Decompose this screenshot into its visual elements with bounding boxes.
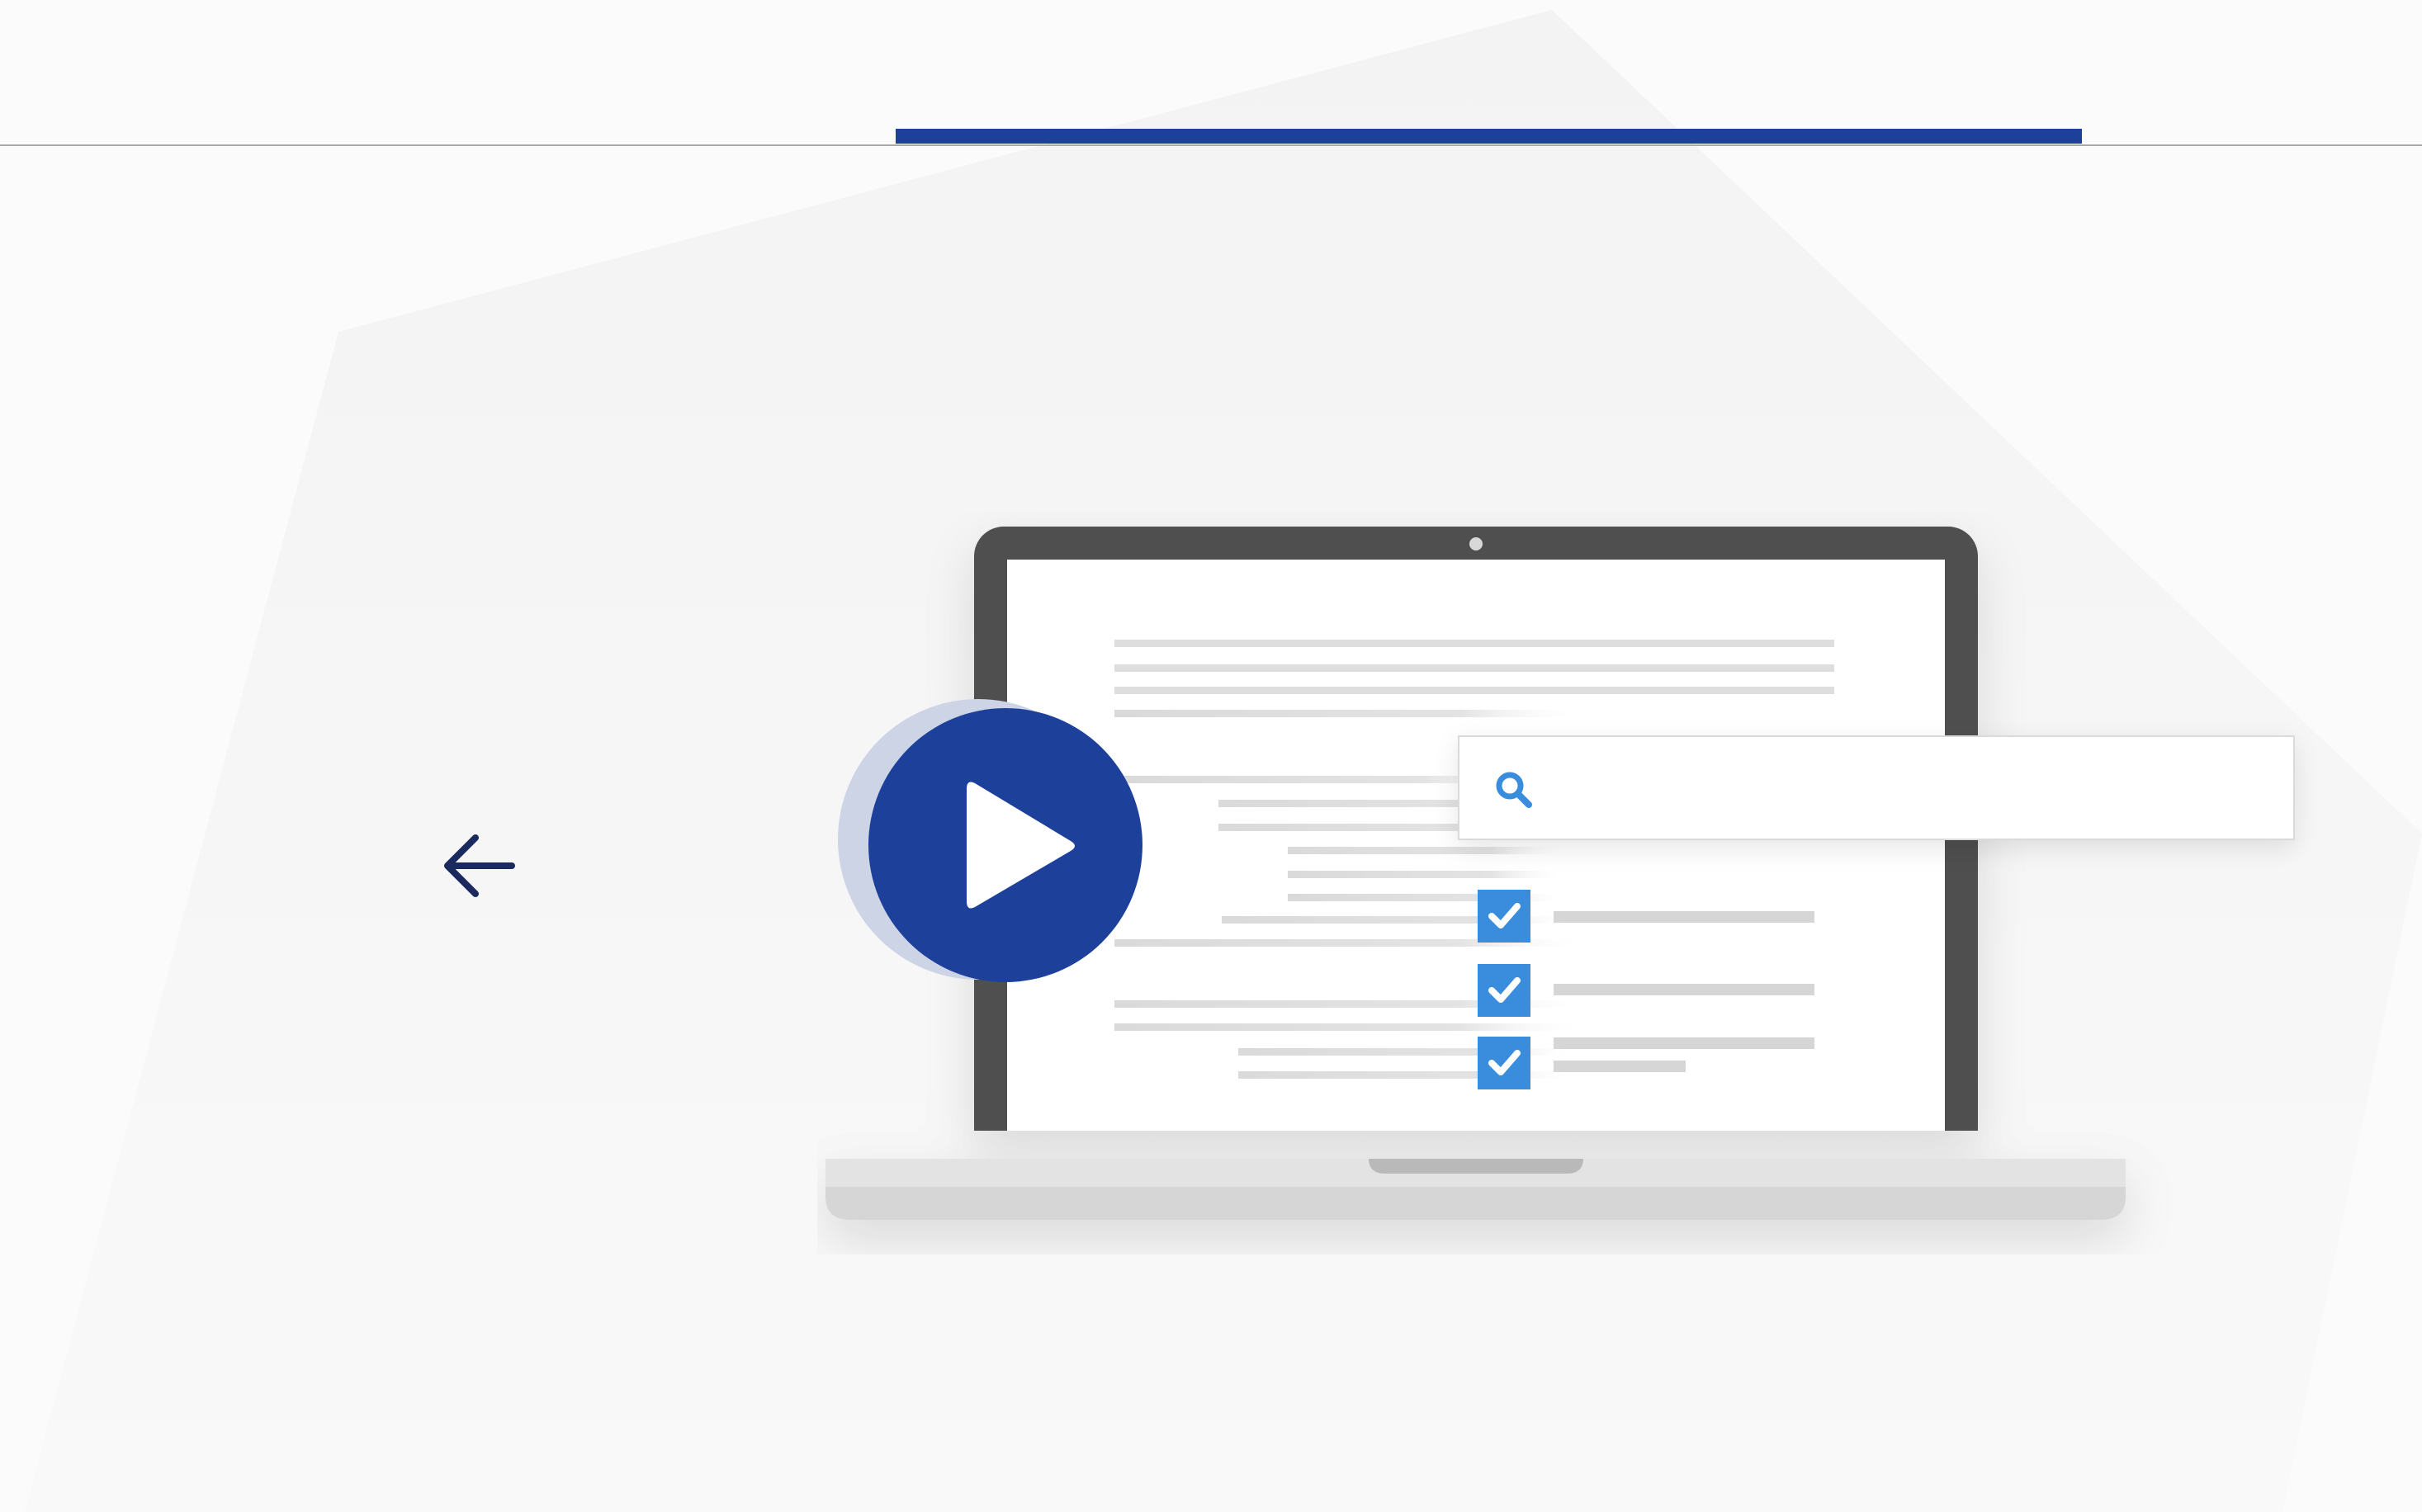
search-field[interactable]: [1458, 735, 2295, 840]
progress-bar-fill: [896, 129, 2082, 144]
onboarding-screen: [0, 0, 2422, 1512]
checkbox-checked-icon: [1478, 1037, 1530, 1089]
arrow-left-icon: [444, 834, 515, 897]
header-divider: [0, 144, 2422, 146]
checkbox-checked-icon: [1478, 964, 1530, 1017]
progress-bar: [896, 129, 2082, 144]
back-button[interactable]: [439, 828, 515, 904]
search-icon: [1496, 772, 1532, 808]
checkbox-checked-icon: [1478, 890, 1530, 943]
play-button[interactable]: [838, 687, 1143, 992]
